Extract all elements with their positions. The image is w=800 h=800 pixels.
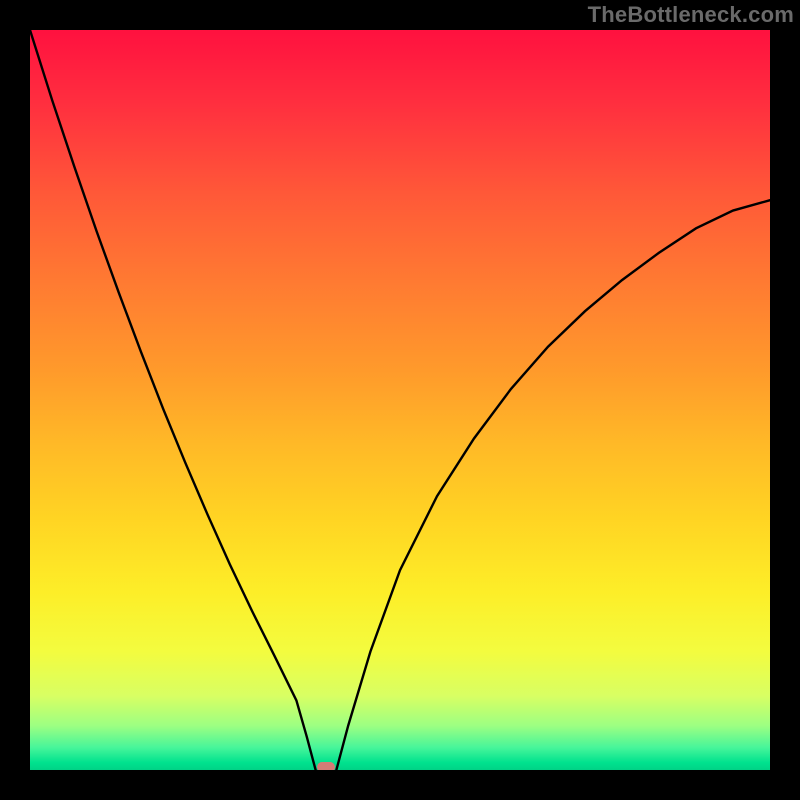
curve-right-branch: [336, 200, 770, 770]
watermark-text: TheBottleneck.com: [588, 2, 794, 28]
curve-left-branch: [30, 30, 316, 770]
plot-area: [30, 30, 770, 770]
chart-frame: TheBottleneck.com: [0, 0, 800, 800]
bottleneck-marker: [317, 762, 335, 770]
curve-svg: [30, 30, 770, 770]
